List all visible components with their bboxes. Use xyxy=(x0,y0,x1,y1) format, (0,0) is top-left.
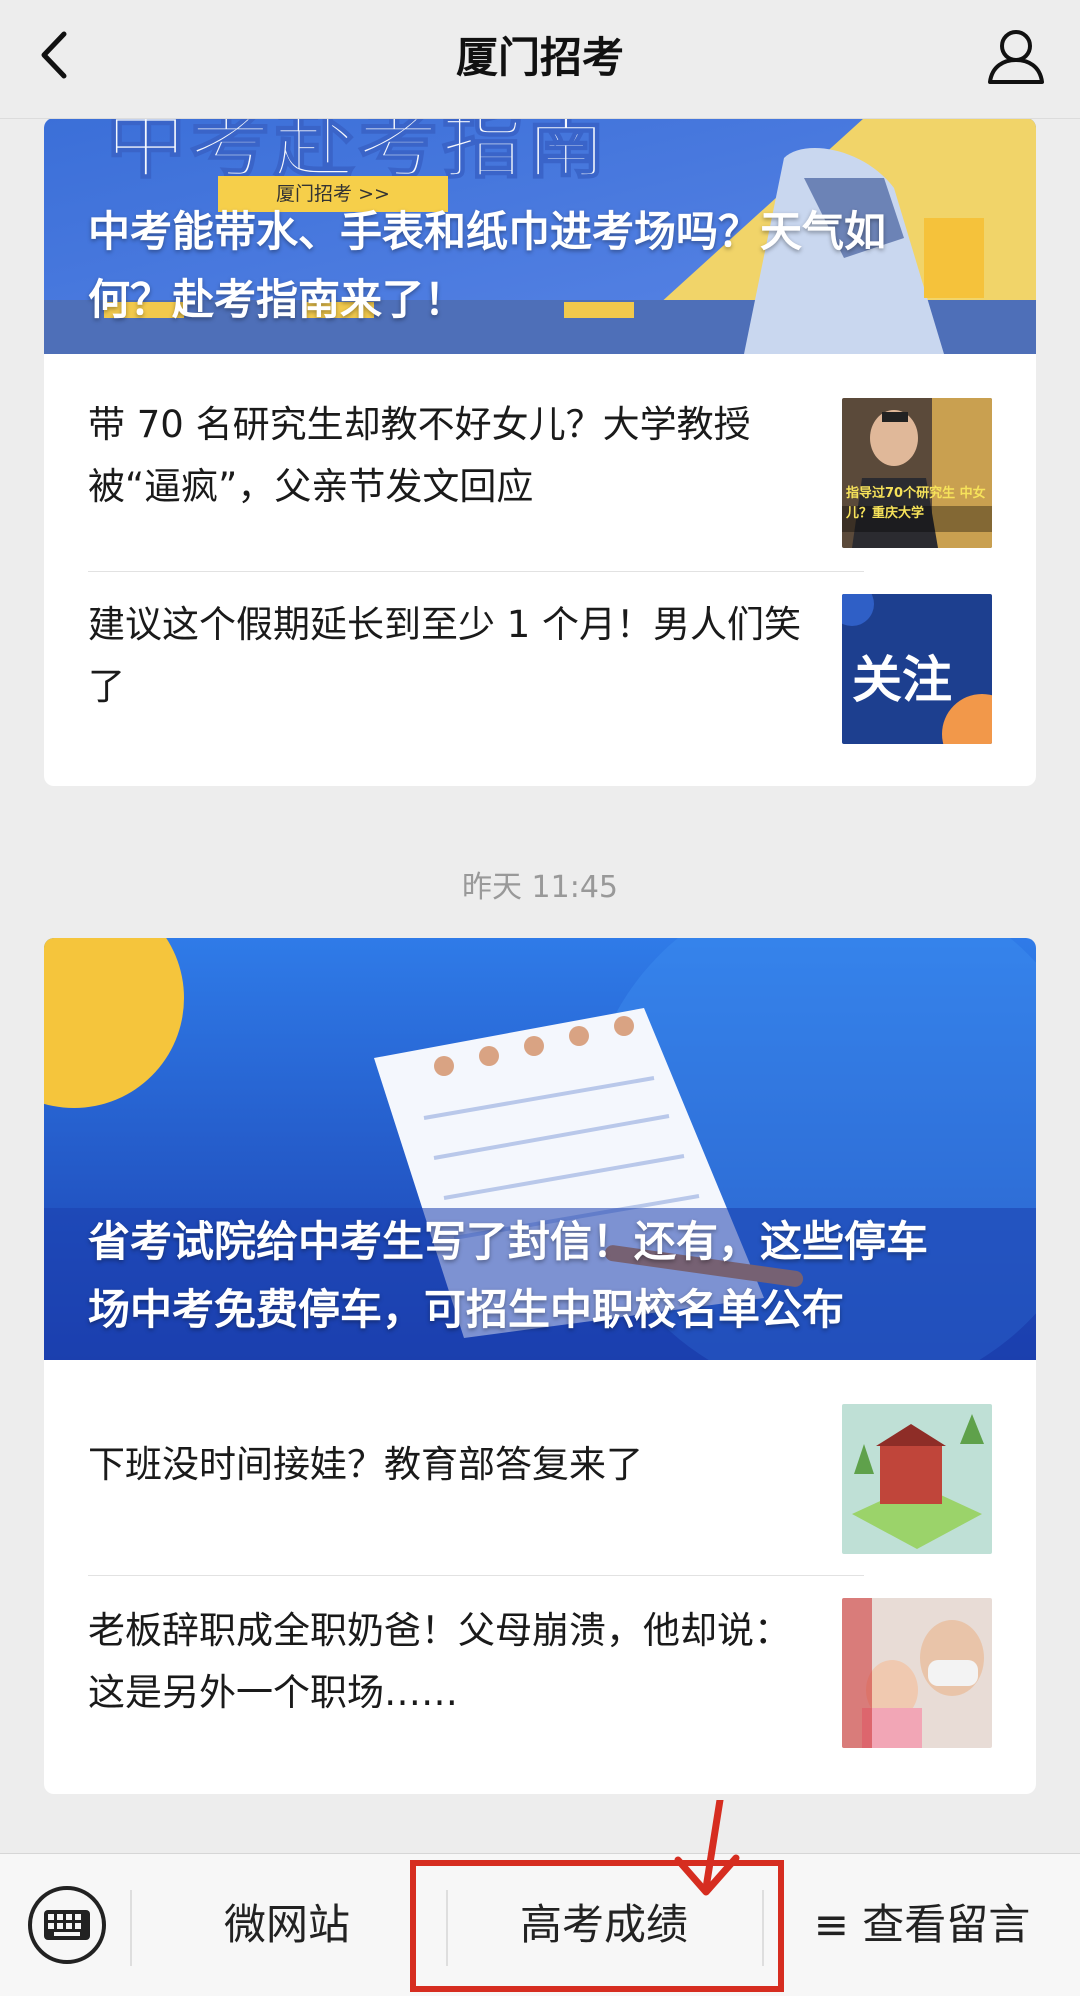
article-title: 下班没时间接娃？教育部答复来了 xyxy=(88,1443,643,1486)
thumbnail-caption: 关注 xyxy=(852,651,952,709)
page-title: 厦门招考 xyxy=(455,33,624,82)
arrow-annotation-icon xyxy=(674,1800,740,1896)
article-thumbnail: 指导过70个研究生 中女儿？重庆大学 xyxy=(842,398,992,548)
hero-1-title: 中考能带水、手表和纸巾进考场吗？天气如何？赴考指南来了！ xyxy=(88,207,887,324)
article-thumbnail xyxy=(842,1404,992,1554)
list-item[interactable]: 老板辞职成全职奶爸！父母崩溃，他却说：这是另外一个职场…… xyxy=(44,1576,1036,1794)
list-item[interactable]: 下班没时间接娃？教育部答复来了 xyxy=(44,1360,1036,1576)
article-card-group-1: 中考赴考指南 厦门招考 >> 中考能带水、手表和纸巾进考场吗？天气如何？赴考指南… xyxy=(44,118,1036,786)
article-title: 带 70 名研究生却教不好女儿？大学教授被“逼疯”，父亲节发文回应 xyxy=(88,403,751,508)
thumbnail-caption: 指导过70个研究生 中女儿？重庆大学 xyxy=(846,486,986,521)
timestamp: 昨天 11:45 xyxy=(462,870,618,905)
top-nav-bar: 厦门招考 xyxy=(0,0,1080,119)
menu-item-mini-site[interactable]: 微网站 xyxy=(132,1854,442,1996)
hero-2-title: 省考试院给中考生写了封信！还有，这些停车场中考免费停车，可招生中职校名单公布 xyxy=(88,1217,929,1334)
article-thumbnail xyxy=(842,1598,992,1748)
keyboard-icon[interactable] xyxy=(26,1884,108,1966)
article-card-group-2: 省考试院给中考生写了封信！还有，这些停车场中考免费停车，可招生中职校名单公布 下… xyxy=(44,938,1036,1794)
article-title: 老板辞职成全职奶爸！父母崩溃，他却说：这是另外一个职场…… xyxy=(88,1609,791,1714)
article-feed: 中考赴考指南 厦门招考 >> 中考能带水、手表和纸巾进考场吗？天气如何？赴考指南… xyxy=(0,118,1080,1853)
menu-item-view-comments[interactable]: ≡ 查看留言 xyxy=(764,1854,1080,1996)
profile-icon[interactable] xyxy=(982,22,1050,90)
article-title: 建议这个假期延长到至少 1 个月！男人们笑了 xyxy=(88,603,802,708)
hero-article-1[interactable]: 中考赴考指南 厦门招考 >> 中考能带水、手表和纸巾进考场吗？天气如何？赴考指南… xyxy=(44,118,1036,354)
article-thumbnail: 关注 xyxy=(842,594,992,744)
hero-article-2[interactable]: 省考试院给中考生写了封信！还有，这些停车场中考免费停车，可招生中职校名单公布 xyxy=(44,938,1036,1360)
list-item[interactable]: 建议这个假期延长到至少 1 个月！男人们笑了 关注 xyxy=(44,572,1036,786)
list-item[interactable]: 带 70 名研究生却教不好女儿？大学教授被“逼疯”，父亲节发文回应 指导过70个… xyxy=(44,354,1036,572)
